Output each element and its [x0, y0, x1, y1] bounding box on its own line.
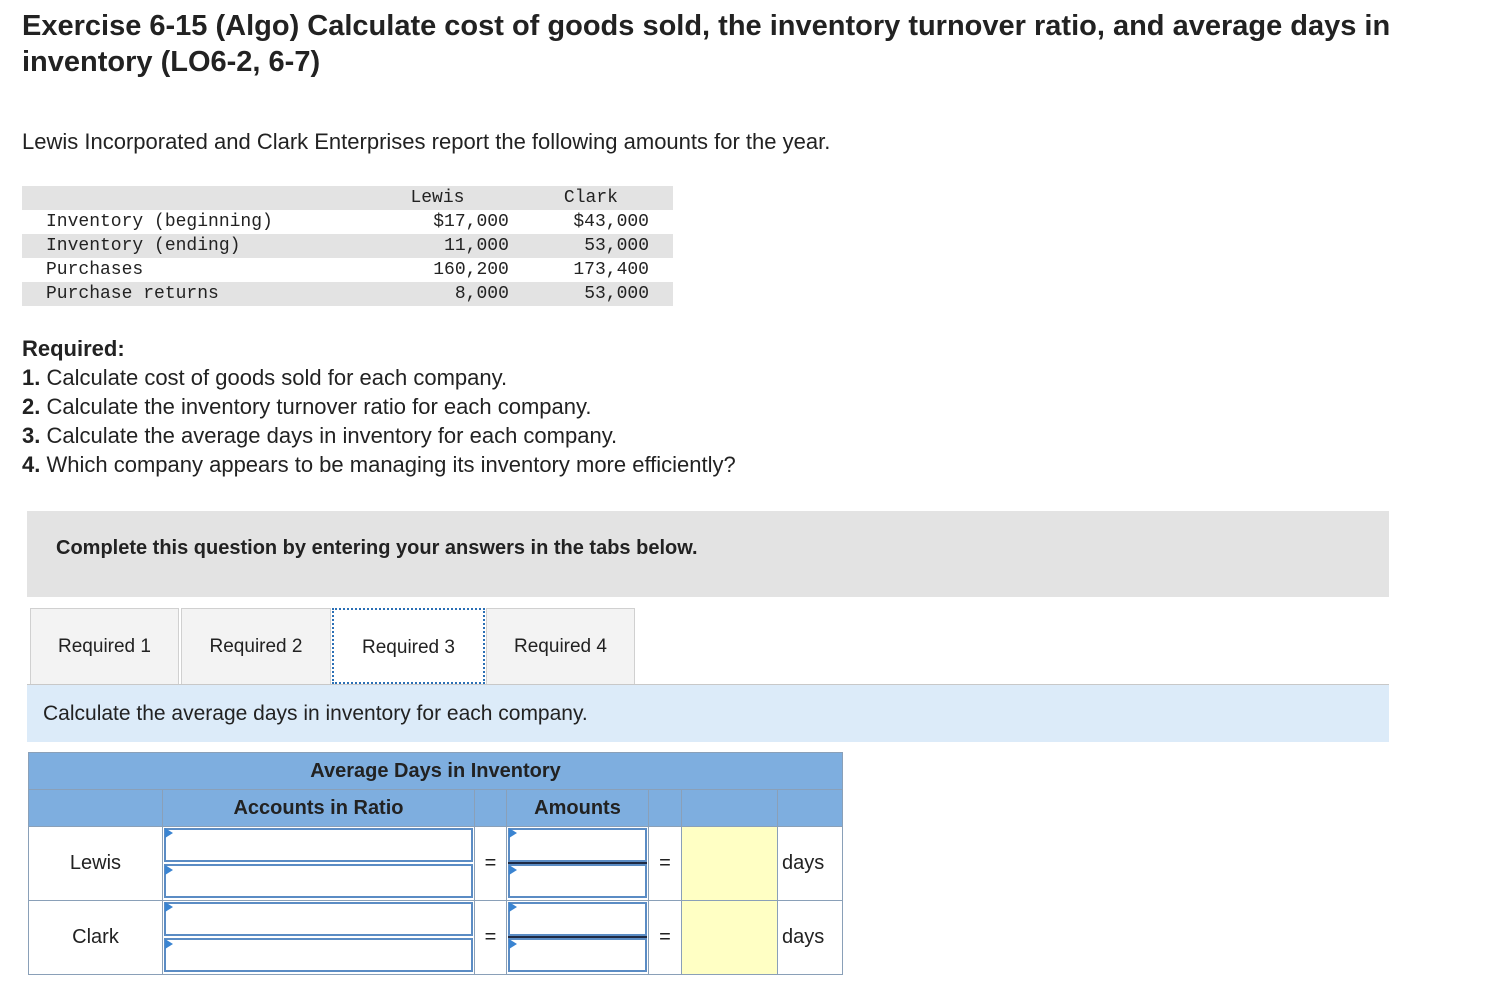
- required-item: 3. Calculate the average days in invento…: [22, 423, 618, 448]
- col-amounts-header: Amounts: [506, 789, 649, 827]
- grid-row-clark: Clark = = days: [28, 900, 844, 975]
- dropdown-indicator-icon: [509, 902, 517, 912]
- clark-value: 53,000: [508, 282, 673, 306]
- answer-grid: Average Days in Inventory Accounts in Ra…: [27, 752, 844, 975]
- dropdown-indicator-icon: [165, 939, 173, 949]
- equals-sign: =: [474, 900, 507, 975]
- grid-row-lewis: Lewis = = days: [28, 826, 844, 901]
- tab-required-4[interactable]: Required 4: [486, 608, 635, 684]
- required-section: Required: 1. Calculate cost of goods sol…: [22, 334, 736, 479]
- lewis-value: $17,000: [433, 212, 509, 232]
- row-label: Purchase returns: [22, 282, 367, 306]
- clark-amount-denominator-input[interactable]: [508, 938, 647, 972]
- table-row: Inventory (beginning) $17,000 $43,000: [22, 210, 673, 234]
- row-label: Purchases: [46, 260, 144, 280]
- company-data-table: Lewis Clark Inventory (beginning) $17,00…: [22, 186, 673, 306]
- dropdown-indicator-icon: [509, 939, 517, 949]
- lewis-value: 11,000: [366, 234, 509, 258]
- instructions-banner: Complete this question by entering your …: [27, 511, 1389, 597]
- lewis-result-input[interactable]: [681, 826, 778, 901]
- data-table-header-row: Lewis Clark: [22, 186, 673, 210]
- clark-result-input[interactable]: [681, 900, 778, 975]
- header-lewis: Lewis: [366, 186, 509, 210]
- tab-instruction: Calculate the average days in inventory …: [27, 684, 1389, 742]
- lewis-amount-numerator-input[interactable]: [508, 828, 647, 862]
- required-item: 1. Calculate cost of goods sold for each…: [22, 365, 508, 390]
- exercise-title: Exercise 6-15 (Algo) Calculate cost of g…: [22, 10, 1391, 78]
- row-label: Inventory (ending): [22, 234, 367, 258]
- tab-required-1[interactable]: Required 1: [30, 608, 179, 684]
- grid-header-row: Accounts in Ratio Amounts: [28, 789, 844, 827]
- dropdown-indicator-icon: [165, 902, 173, 912]
- intro-text: Lewis Incorporated and Clark Enterprises…: [22, 129, 831, 154]
- table-row: Purchase returns 8,000 53,000: [22, 282, 673, 306]
- required-item: 4. Which company appears to be managing …: [22, 452, 736, 477]
- company-label: Clark: [28, 900, 163, 975]
- dropdown-indicator-icon: [165, 828, 173, 838]
- clark-value: $43,000: [573, 212, 649, 232]
- lewis-value: 8,000: [366, 282, 509, 306]
- tab-required-2[interactable]: Required 2: [181, 608, 331, 684]
- clark-account-denominator-input[interactable]: [164, 938, 473, 972]
- lewis-amount-denominator-input[interactable]: [508, 864, 647, 898]
- grid-title: Average Days in Inventory: [27, 752, 844, 790]
- table-row: Inventory (ending) 11,000 53,000: [22, 234, 673, 258]
- dropdown-indicator-icon: [509, 865, 517, 875]
- clark-account-numerator-input[interactable]: [164, 902, 473, 936]
- col-accounts-header: Accounts in Ratio: [162, 789, 475, 827]
- lewis-account-denominator-input[interactable]: [164, 864, 473, 898]
- unit-label: days: [776, 826, 844, 901]
- equals-sign: =: [648, 826, 682, 901]
- company-label: Lewis: [28, 826, 163, 901]
- required-heading: Required:: [22, 336, 125, 361]
- clark-value: 173,400: [573, 260, 649, 280]
- lewis-value: 160,200: [433, 260, 509, 280]
- clark-amount-numerator-input[interactable]: [508, 902, 647, 936]
- unit-label: days: [776, 900, 844, 975]
- grid-title-row: Average Days in Inventory: [27, 752, 844, 790]
- tab-required-3[interactable]: Required 3: [332, 608, 485, 684]
- header-clark: Clark: [508, 186, 673, 210]
- dropdown-indicator-icon: [165, 865, 173, 875]
- lewis-account-numerator-input[interactable]: [164, 828, 473, 862]
- equals-sign: =: [474, 826, 507, 901]
- required-item: 2. Calculate the inventory turnover rati…: [22, 394, 592, 419]
- equals-sign: =: [648, 900, 682, 975]
- clark-value: 53,000: [508, 234, 673, 258]
- table-row: Purchases 160,200 173,400: [22, 258, 673, 282]
- dropdown-indicator-icon: [509, 828, 517, 838]
- row-label: Inventory (beginning): [46, 212, 273, 232]
